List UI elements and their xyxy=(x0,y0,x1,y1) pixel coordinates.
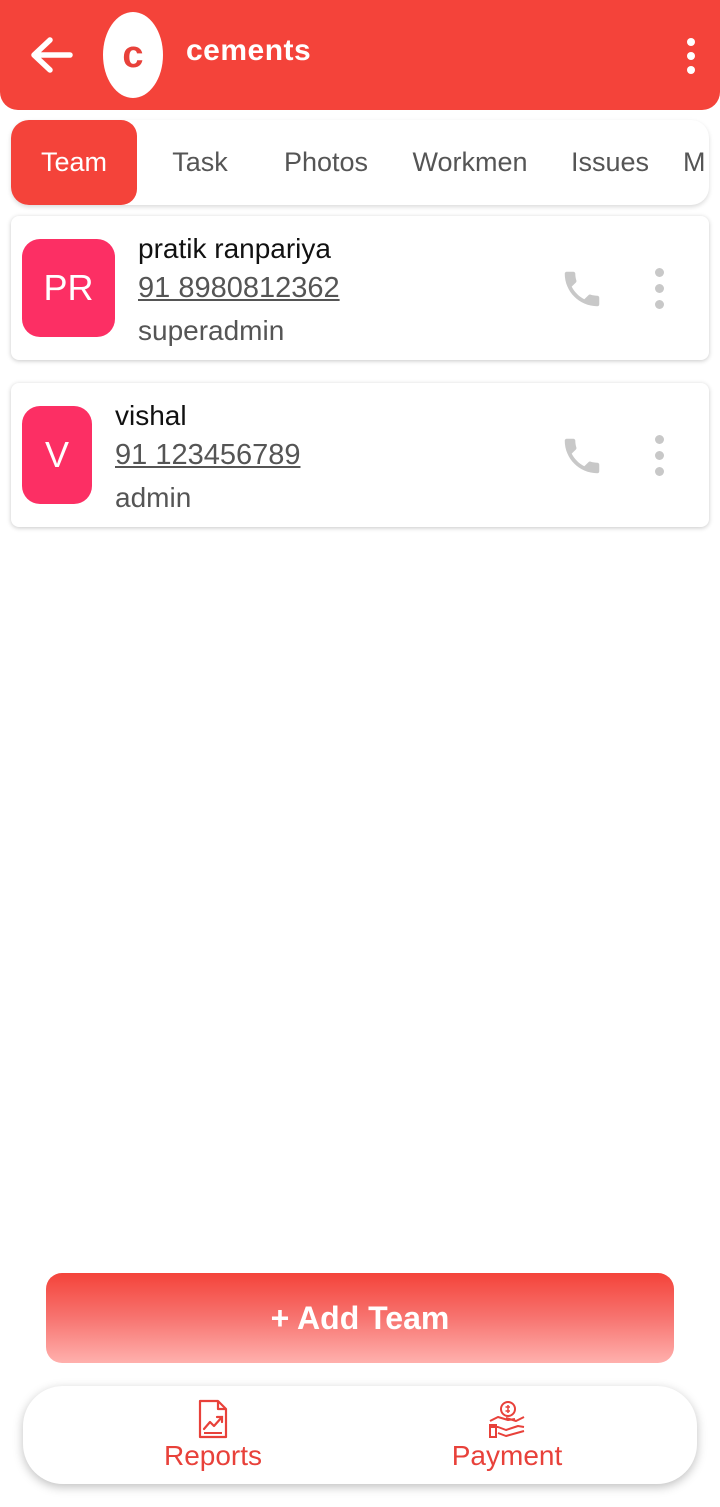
overflow-menu-icon[interactable] xyxy=(676,36,706,76)
page-title: cements xyxy=(186,34,312,67)
report-icon xyxy=(198,1399,228,1439)
nav-reports[interactable]: Reports xyxy=(113,1386,313,1484)
member-phone-link[interactable]: 91 123456789 xyxy=(115,439,300,472)
bottom-nav: Reports Payment xyxy=(23,1386,697,1484)
phone-icon[interactable] xyxy=(559,266,605,312)
nav-payment-label: Payment xyxy=(451,1440,563,1471)
tab-photos[interactable]: Photos xyxy=(269,120,383,205)
member-role: admin xyxy=(115,482,192,513)
nav-payment[interactable]: Payment xyxy=(407,1386,607,1484)
member-initials-badge: PR xyxy=(22,239,115,337)
tab-more[interactable]: M xyxy=(683,120,709,205)
add-team-button[interactable]: + Add Team xyxy=(46,1273,674,1363)
project-avatar: c xyxy=(103,12,163,98)
back-arrow-icon[interactable] xyxy=(26,32,78,78)
member-initials-badge: V xyxy=(22,406,92,504)
team-member-card[interactable]: PR pratik ranpariya 91 8980812362 supera… xyxy=(11,216,709,360)
member-role: superadmin xyxy=(138,315,285,346)
tab-bar: Team Task Photos Workmen Issues M xyxy=(11,120,709,205)
member-options-icon[interactable] xyxy=(649,266,669,314)
payment-icon xyxy=(489,1401,525,1438)
phone-icon[interactable] xyxy=(559,433,605,479)
tab-workmen[interactable]: Workmen xyxy=(403,120,537,205)
team-member-card[interactable]: V vishal 91 123456789 admin xyxy=(11,383,709,527)
nav-reports-label: Reports xyxy=(163,1440,263,1471)
member-options-icon[interactable] xyxy=(649,433,669,481)
tab-task[interactable]: Task xyxy=(147,120,253,205)
member-phone-link[interactable]: 91 8980812362 xyxy=(138,272,340,305)
member-name: vishal xyxy=(115,400,187,431)
tab-issues[interactable]: Issues xyxy=(557,120,663,205)
app-header: c cements xyxy=(0,0,720,110)
member-name: pratik ranpariya xyxy=(138,233,331,264)
tab-team[interactable]: Team xyxy=(11,120,137,205)
